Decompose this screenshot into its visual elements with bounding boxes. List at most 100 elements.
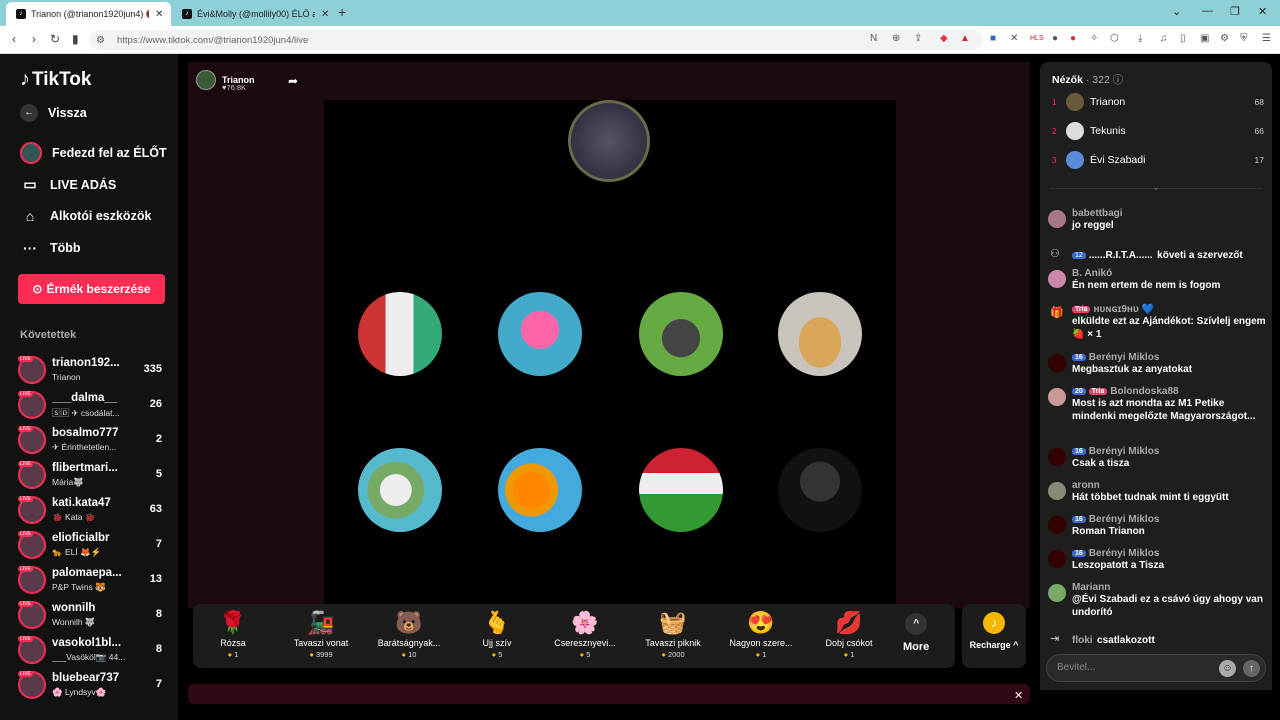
chevron-down-icon[interactable]: ⌄ [1152, 182, 1160, 193]
top-viewer-row[interactable]: 2 Tekunis 66 [1052, 119, 1264, 143]
extension-icon[interactable]: ● [1070, 33, 1076, 44]
chat-user[interactable]: Berényi Miklos [1089, 352, 1160, 363]
chat-user[interactable]: Berényi Miklos [1089, 446, 1160, 457]
chat-user[interactable]: ......R.I.T.A...... [1089, 250, 1153, 261]
share-icon[interactable]: ➦ [288, 74, 298, 88]
tab-evi-molly[interactable]: ♪ Évi&Molly (@mollily00) ÉLŐ adásban ✕ [172, 2, 337, 26]
chat-input[interactable] [1057, 662, 1207, 673]
chat-input-row: ☺ ↑ [1046, 654, 1266, 682]
translate-icon[interactable]: N [870, 33, 877, 44]
gift-item[interactable]: 🌸 Cseresznyevi... 5 [545, 610, 625, 659]
viewers-header[interactable]: Nézők · 322 ⓘ [1052, 72, 1123, 87]
sidebar-toggle-icon[interactable]: ▯ [1180, 33, 1186, 44]
following-item[interactable]: LIVE ___dalma__ 🅂🄳 ✈ csodálat... 26 [18, 389, 168, 421]
gift-item[interactable]: 💋 Dobj csókot 1 [809, 610, 889, 659]
back-icon[interactable]: ‹ [12, 32, 16, 46]
guest-avatar[interactable] [639, 292, 723, 376]
emoji-icon[interactable]: ☺ [1219, 660, 1236, 677]
forward-icon[interactable]: › [32, 32, 36, 46]
following-name: palomaepa... [52, 567, 122, 579]
guest-avatar[interactable] [358, 448, 442, 532]
extensions-puzzle-icon[interactable]: ✧ [1090, 33, 1098, 44]
help-icon[interactable]: ⓘ [1113, 74, 1124, 86]
chat-user[interactable]: B. Anikó [1072, 268, 1266, 279]
tab-trianon[interactable]: ♪ Trianon (@trianon1920jun4) 🔇 ✕ [6, 2, 172, 26]
shield-icon[interactable]: ⛨ [1240, 33, 1248, 44]
close-window-icon[interactable]: ✕ [1258, 5, 1267, 18]
tab-list-icon[interactable]: ⌄ [1172, 5, 1181, 18]
gift-item[interactable]: 🫰 Ujj szív 5 [457, 610, 537, 659]
share-page-icon[interactable]: ⇪ [914, 33, 922, 44]
menu-item-live[interactable]: ▭ LIVE ADÁS [20, 176, 116, 193]
bookmark-icon[interactable]: ▮ [72, 32, 79, 46]
menu-item-explore-live[interactable]: Fedezd fel az ÉLŐT [20, 142, 167, 164]
site-info-icon[interactable]: ⚙ [96, 35, 105, 46]
guest-avatar[interactable] [358, 292, 442, 376]
close-icon[interactable]: ✕ [155, 9, 163, 20]
reload-icon[interactable]: ↻ [50, 32, 60, 46]
following-item[interactable]: LIVE bosalmo777 ✈ Érinthetetlen... 2 [18, 424, 168, 456]
following-item[interactable]: LIVE elioficialbr 🐆 ELÍ 🦊⚡ 7 [18, 529, 168, 561]
gift-item[interactable]: 🌹 Rózsa 1 [193, 610, 273, 659]
send-icon[interactable]: ↑ [1243, 660, 1260, 677]
following-item[interactable]: LIVE wonnilh Wonnilh 🐺 8 [18, 599, 168, 631]
vpn-icon[interactable]: ⚙ [1220, 33, 1229, 44]
download-icon[interactable]: ⤓ [1138, 33, 1142, 44]
extension-icon[interactable]: ⬡ [1110, 33, 1119, 44]
following-item[interactable]: LIVE flibertmari... Mária🐺 5 [18, 459, 168, 491]
minimize-icon[interactable]: — [1202, 5, 1213, 17]
zoom-icon[interactable]: ⊕ [892, 33, 900, 44]
gift-price: 2000 [633, 650, 713, 659]
top-viewer-row[interactable]: 1 Trianon 68 [1052, 90, 1264, 114]
host-info[interactable]: Trianon ♥76.8K [196, 70, 255, 92]
gift-item[interactable]: 🚂 Tavaszi vonat 3999 [281, 610, 361, 659]
guest-avatar[interactable] [498, 292, 582, 376]
chat-user[interactable]: floki [1072, 635, 1093, 646]
menu-item-creator-tools[interactable]: ⌂ Alkotói eszközök [20, 208, 152, 224]
top-viewer-row[interactable]: 3 Évi Szabadi 17 [1052, 148, 1264, 172]
tiktok-logo[interactable]: ♪ TikTok [20, 68, 91, 91]
following-item[interactable]: LIVE vasokol1bl... ___Vasököl📷 44... 8 [18, 634, 168, 666]
gift-item[interactable]: 🐻 Barátságnyak... 10 [369, 610, 449, 659]
recharge-button[interactable]: ♪ Recharge ^ [962, 604, 1026, 668]
new-tab-icon[interactable]: + [338, 4, 346, 20]
following-item[interactable]: LIVE kati.kata47 🐞 Kata 🐞 63 [18, 494, 168, 526]
chat-user[interactable]: Bolondoska88 [1110, 386, 1178, 397]
extension-icon[interactable]: ● [1052, 33, 1058, 44]
guest-avatar[interactable] [639, 448, 723, 532]
guest-avatar[interactable] [778, 292, 862, 376]
chat-text: Hát többet tudnak mint ti eggyütt [1072, 492, 1229, 503]
chat-user[interactable]: aronn [1072, 480, 1266, 491]
close-icon[interactable]: ✕ [321, 9, 329, 20]
chat-user[interactable]: Mariann [1072, 582, 1266, 593]
extension-icon[interactable]: ✕ [1010, 33, 1018, 44]
more-gifts-button[interactable]: ^ More [903, 613, 929, 653]
close-banner-icon[interactable]: ✕ [1014, 689, 1023, 702]
menu-item-more[interactable]: ··· Több [20, 240, 81, 256]
rewards-icon[interactable]: ▲ [960, 33, 970, 44]
hls-extension-icon[interactable]: HLS [1030, 35, 1044, 42]
chat-user[interactable]: babettbagi [1072, 208, 1266, 219]
browser-menu-icon[interactable]: ☰ [1262, 33, 1271, 44]
gift-item[interactable]: 🧺 Tavaszi piknik 2000 [633, 610, 713, 659]
back-button[interactable]: ← Vissza [20, 104, 87, 122]
following-item[interactable]: LIVE palomaepa... P&P Twins 🐯 13 [18, 564, 168, 596]
guest-avatar[interactable] [498, 448, 582, 532]
chat-user[interactable]: Berényi Miklos [1089, 514, 1160, 525]
gift-item[interactable]: 😍 Nagyon szere... 1 [721, 610, 801, 659]
extension-icon[interactable]: ■ [990, 33, 996, 44]
media-icon[interactable]: ♫ [1160, 33, 1168, 44]
chat-user[interactable]: Berényi Miklos [1089, 548, 1160, 559]
video-player[interactable] [324, 100, 896, 608]
following-item[interactable]: LIVE trianon192... Trianon 335 [18, 354, 168, 386]
url-field[interactable]: ⚙ https://www.tiktok.com/@trianon1920jun… [90, 30, 982, 50]
brave-shield-icon[interactable]: ◆ [940, 33, 948, 44]
level-badge: 16 [1072, 354, 1086, 361]
host-avatar[interactable] [196, 70, 216, 90]
following-item[interactable]: LIVE bluebear737 🌸 Lyndsyv🌸 7 [18, 669, 168, 701]
chat-user[interactable]: ʜᴜɴɢɪ9ʜᴜ 💙 [1093, 304, 1154, 315]
wallet-icon[interactable]: ▣ [1200, 33, 1209, 44]
buy-coins-button[interactable]: ⊙ Érmék beszerzése [18, 274, 165, 304]
guest-avatar[interactable] [778, 448, 862, 532]
restore-icon[interactable]: ❐ [1230, 5, 1240, 18]
